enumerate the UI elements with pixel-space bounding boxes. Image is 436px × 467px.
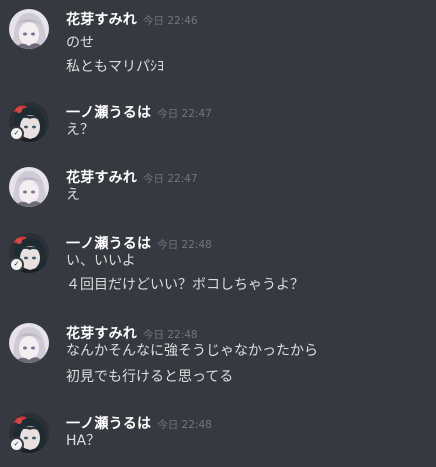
- status-badge: ✓: [9, 126, 24, 141]
- timestamp: 今日 22:48: [157, 239, 212, 251]
- status-badge: ✓: [9, 257, 24, 272]
- timestamp: 今日 22:46: [143, 15, 198, 27]
- message-line: HA？: [66, 433, 101, 449]
- avatar-sumire-image: [9, 167, 49, 207]
- timestamp: 今日 22:47: [157, 108, 212, 120]
- message-line: 初見でも行けると思ってる: [66, 369, 234, 385]
- message-line: え？: [66, 122, 94, 138]
- author-name[interactable]: 一ノ瀬うるは: [66, 416, 151, 432]
- chat-messages: 花芽すみれ 今日 22:46 のせ 私ともマリパｼﾖ ✓ 一ノ瀬うるは 今日 22:…: [0, 0, 436, 467]
- message-header: 一ノ瀬うるは 今日 22:48: [66, 413, 212, 433]
- message-header: 一ノ瀬うるは 今日 22:47: [66, 102, 212, 122]
- message-line: ４回目だけどいい？ボコしちゃうよ？: [66, 277, 304, 293]
- timestamp: 今日 22:47: [143, 173, 198, 185]
- message-header: 花芽すみれ 今日 22:46: [66, 9, 198, 29]
- message-line: い、いいよ: [66, 253, 136, 269]
- avatar[interactable]: [9, 323, 49, 363]
- author-name[interactable]: 一ノ瀬うるは: [66, 105, 151, 121]
- message-line: のせ: [66, 35, 94, 51]
- timestamp: 今日 22:48: [143, 329, 198, 341]
- author-name[interactable]: 花芽すみれ: [66, 12, 137, 28]
- author-name[interactable]: 一ノ瀬うるは: [66, 236, 151, 252]
- author-name[interactable]: 花芽すみれ: [66, 326, 137, 342]
- message-line: なんかそんなに強そうじゃなかったから: [66, 343, 318, 359]
- timestamp: 今日 22:48: [157, 419, 212, 431]
- message-header: 一ノ瀬うるは 今日 22:48: [66, 233, 212, 253]
- avatar-sumire-image: [9, 9, 49, 49]
- avatar[interactable]: [9, 9, 49, 49]
- author-name[interactable]: 花芽すみれ: [66, 170, 137, 186]
- avatar-sumire-image: [9, 323, 49, 363]
- avatar[interactable]: [9, 167, 49, 207]
- message-line: え: [66, 187, 80, 203]
- status-badge: ✓: [9, 437, 24, 452]
- message-header: 花芽すみれ 今日 22:48: [66, 323, 198, 343]
- message-header: 花芽すみれ 今日 22:47: [66, 167, 198, 187]
- message-line: 私ともマリパｼﾖ: [66, 59, 164, 75]
